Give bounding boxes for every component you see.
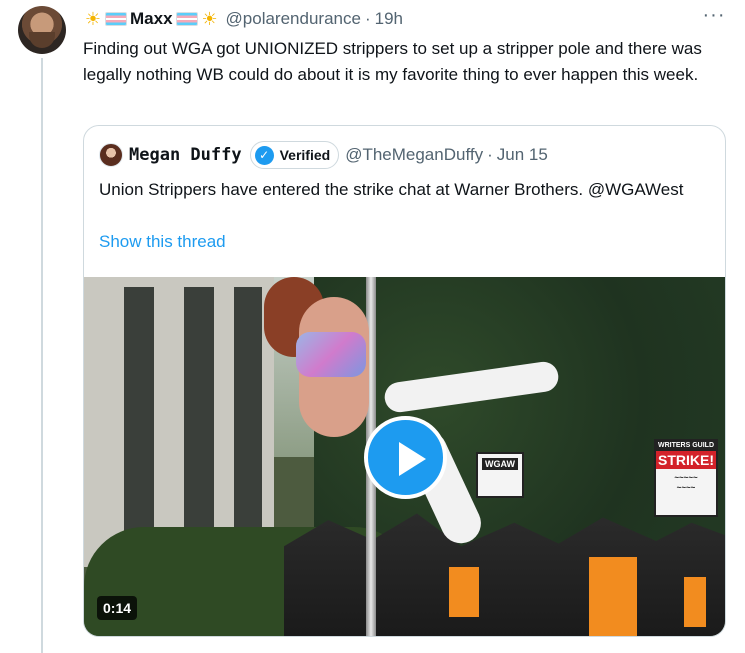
sun-icon: ☀ [84,8,102,29]
quote-tweet[interactable]: Megan Duffy ✓ Verified @TheMeganDuffy · … [83,125,726,637]
quote-handle: @TheMeganDuffy [345,145,484,164]
separator-dot: · [487,145,493,164]
handle[interactable]: @polarendurance [226,9,361,29]
thread-line [41,58,43,653]
quote-display-name: Megan Duffy [129,145,242,165]
safety-vest [589,557,637,636]
sign-header: WRITERS GUILD [656,441,716,451]
sun-icon: ☀ [201,8,218,29]
safety-vest [449,567,479,617]
sign-handwriting: ~~~~~ ~~~~ [674,473,698,492]
sign-text: WGAW [482,458,518,470]
quote-date: Jun 15 [496,145,548,164]
video-duration: 0:14 [97,596,138,620]
dancer-outfit [296,332,366,377]
timestamp[interactable]: 19h [375,9,403,29]
separator-dot: · [364,9,371,28]
verified-check-icon: ✓ [254,145,274,165]
quote-header: Megan Duffy ✓ Verified @TheMeganDuffy · … [99,141,548,169]
display-name[interactable]: Maxx [130,9,173,29]
verified-badge[interactable]: ✓ Verified [249,141,340,169]
play-button[interactable] [364,416,447,499]
verified-label: Verified [279,147,331,163]
quote-text: Union Strippers have entered the strike … [99,180,684,199]
picket-sign-strike: WRITERS GUILD STRIKE! ~~~~~ ~~~~ [654,439,718,517]
safety-vest [684,577,706,627]
video-building [84,277,274,567]
trans-flag-icon [105,12,127,26]
video-player[interactable]: WGAW WRITERS GUILD STRIKE! ~~~~~ ~~~~ 0:1… [84,277,725,636]
picket-sign-wga: WGAW [476,452,524,498]
tweet-text: Finding out WGA got UNIONIZED strippers … [83,39,702,84]
tweet-header: ☀ Maxx ☀ @polarendurance · 19h [83,8,403,30]
avatar[interactable] [18,6,66,54]
sign-strike-text: STRIKE! [656,451,716,469]
trans-flag-icon [175,12,198,26]
quote-avatar [99,143,123,167]
more-options-button[interactable]: ··· [702,5,726,28]
show-thread-link[interactable]: Show this thread [99,232,226,252]
